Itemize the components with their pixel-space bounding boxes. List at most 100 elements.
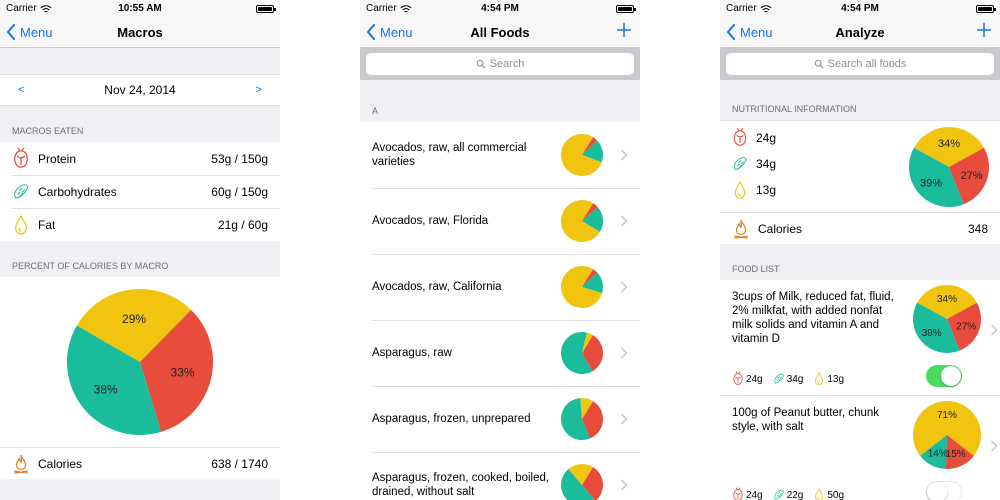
food-macro-pie xyxy=(561,200,603,242)
back-label: Menu xyxy=(380,24,413,40)
status-time: 4:54 PM xyxy=(481,3,519,14)
pie-label-fat: 71% xyxy=(937,410,957,421)
pie-label-fat: 34% xyxy=(937,294,957,305)
nav-bar: Menu Macros xyxy=(0,18,280,48)
menu-back-button[interactable]: Menu xyxy=(366,24,413,40)
calories-label: Calories xyxy=(758,221,803,236)
food-row[interactable]: Avocados, raw, California xyxy=(360,254,640,320)
status-bar: Carrier 4:54 PM xyxy=(720,0,1000,18)
pie-label-carbohydrates: 14% xyxy=(928,449,948,460)
nutrition-protein-value: 24g xyxy=(756,131,777,145)
nav-title: Macros xyxy=(117,25,163,40)
include-food-toggle[interactable] xyxy=(926,365,962,387)
calories-value: 348 xyxy=(967,221,988,236)
pie-label-protein: 27% xyxy=(956,321,976,332)
pie-label-carbohydrates: 39% xyxy=(920,178,942,190)
calories-row: Calories 348 xyxy=(720,212,1000,244)
nutrition-carbs-value: 34g xyxy=(756,157,777,171)
back-chevron-icon xyxy=(6,24,16,40)
include-food-toggle[interactable] xyxy=(926,481,962,500)
food-macro-pie xyxy=(561,266,603,308)
toggle-knob xyxy=(927,482,947,500)
search-icon xyxy=(476,59,486,69)
food-list-macros: 24g 22g 50g xyxy=(732,487,854,500)
analyze-food-list: 3cups of Milk, reduced fat, fluid, 2% mi… xyxy=(720,280,1000,500)
macro-label: Protein xyxy=(38,151,77,166)
food-name: Asparagus, raw xyxy=(372,347,452,359)
macro-row-fat: Fat 21g / 60g xyxy=(0,208,280,241)
pie-label-fat: 34% xyxy=(938,138,960,150)
analyze-pie-chart: 34% 27% 39% xyxy=(909,127,989,207)
nav-bar: Menu Analyze xyxy=(720,18,1000,48)
back-chevron-icon xyxy=(726,24,736,40)
carbs-icon xyxy=(732,154,748,174)
food-list-item[interactable]: 3cups of Milk, reduced fat, fluid, 2% mi… xyxy=(720,280,1000,396)
food-row[interactable]: Avocados, raw, all commercial varieties xyxy=(360,122,640,188)
pie-label-protein: 27% xyxy=(961,170,983,182)
food-row[interactable]: Asparagus, raw xyxy=(360,320,640,386)
fire-icon xyxy=(732,218,750,240)
fire-icon xyxy=(12,453,30,475)
food-list-protein: 24g xyxy=(732,487,763,500)
back-label: Menu xyxy=(20,24,53,40)
status-bar: Carrier 10:55 AM xyxy=(0,0,280,18)
fat-icon xyxy=(813,371,825,387)
food-row[interactable]: Asparagus, frozen, unprepared xyxy=(360,386,640,452)
menu-back-button[interactable]: Menu xyxy=(6,24,53,40)
carbs-icon xyxy=(773,487,785,500)
food-list-carbs-value: 22g xyxy=(786,489,804,500)
search-input[interactable]: Search xyxy=(366,53,634,75)
macros-screen: Carrier 10:55 AM Menu Macros < Nov 24, 2… xyxy=(0,0,280,500)
food-macro-pie xyxy=(561,398,603,440)
add-food-button[interactable] xyxy=(976,22,992,38)
search-bar: Search xyxy=(360,48,640,80)
chevron-right-icon xyxy=(620,215,628,227)
search-icon xyxy=(814,59,824,69)
chevron-right-icon xyxy=(620,281,628,293)
calories-row: Calories 638 / 1740 xyxy=(0,447,280,479)
food-list-item[interactable]: 100g of Peanut butter, chunk style, with… xyxy=(720,396,1000,500)
nutrition-fat-value: 13g xyxy=(756,183,777,197)
toggle-knob xyxy=(941,366,961,386)
fat-icon xyxy=(12,214,30,236)
fat-icon xyxy=(813,487,825,500)
status-time: 10:55 AM xyxy=(118,3,162,14)
all-foods-screen: Carrier 4:54 PM Menu All Foods Search A … xyxy=(360,0,640,500)
protein-icon xyxy=(732,128,748,148)
search-placeholder: Search xyxy=(489,58,525,70)
food-name: Avocados, raw, Florida xyxy=(372,215,489,227)
macro-value: 21g / 60g xyxy=(217,217,268,232)
food-macro-pie xyxy=(561,464,603,500)
food-list-carbs: 22g xyxy=(773,487,804,500)
food-name: Asparagus, frozen, cooked, boiled, drain… xyxy=(372,472,550,498)
pie-label-fat: 29% xyxy=(122,312,146,326)
food-row[interactable]: Asparagus, frozen, cooked, boiled, drain… xyxy=(360,452,640,500)
food-row[interactable]: Avocados, raw, Florida xyxy=(360,188,640,254)
protein-icon xyxy=(12,148,30,170)
food-list-carbs: 34g xyxy=(773,371,804,387)
search-bar: Search all foods xyxy=(720,48,1000,80)
food-name: Avocados, raw, California xyxy=(372,281,502,293)
pie-label-carbohydrates: 39% xyxy=(922,328,942,339)
chevron-right-icon xyxy=(620,413,628,425)
prev-date-button[interactable]: < xyxy=(18,84,24,96)
macro-value: 53g / 150g xyxy=(211,151,268,166)
next-date-button[interactable]: > xyxy=(256,84,262,96)
status-bar: Carrier 4:54 PM xyxy=(360,0,640,18)
food-list-carbs-value: 34g xyxy=(786,373,804,385)
battery-icon xyxy=(616,5,636,13)
food-list-pie: 71% 15%14% xyxy=(913,401,981,469)
pie-label-protein: 15% xyxy=(946,449,966,460)
carbs-icon xyxy=(12,181,30,203)
chevron-right-icon xyxy=(620,149,628,161)
search-placeholder: Search all foods xyxy=(827,58,907,70)
add-food-button[interactable] xyxy=(616,22,632,38)
menu-back-button[interactable]: Menu xyxy=(726,24,773,40)
analyze-screen: Carrier 4:54 PM Menu Analyze Search all … xyxy=(720,0,1000,500)
food-list-header: FOOD LIST xyxy=(732,264,780,274)
search-all-foods-input[interactable]: Search all foods xyxy=(726,53,994,75)
pie-label-carbohydrates: 38% xyxy=(94,382,118,396)
chevron-right-icon xyxy=(990,440,998,452)
food-list-name: 100g of Peanut butter, chunk style, with… xyxy=(732,407,880,433)
